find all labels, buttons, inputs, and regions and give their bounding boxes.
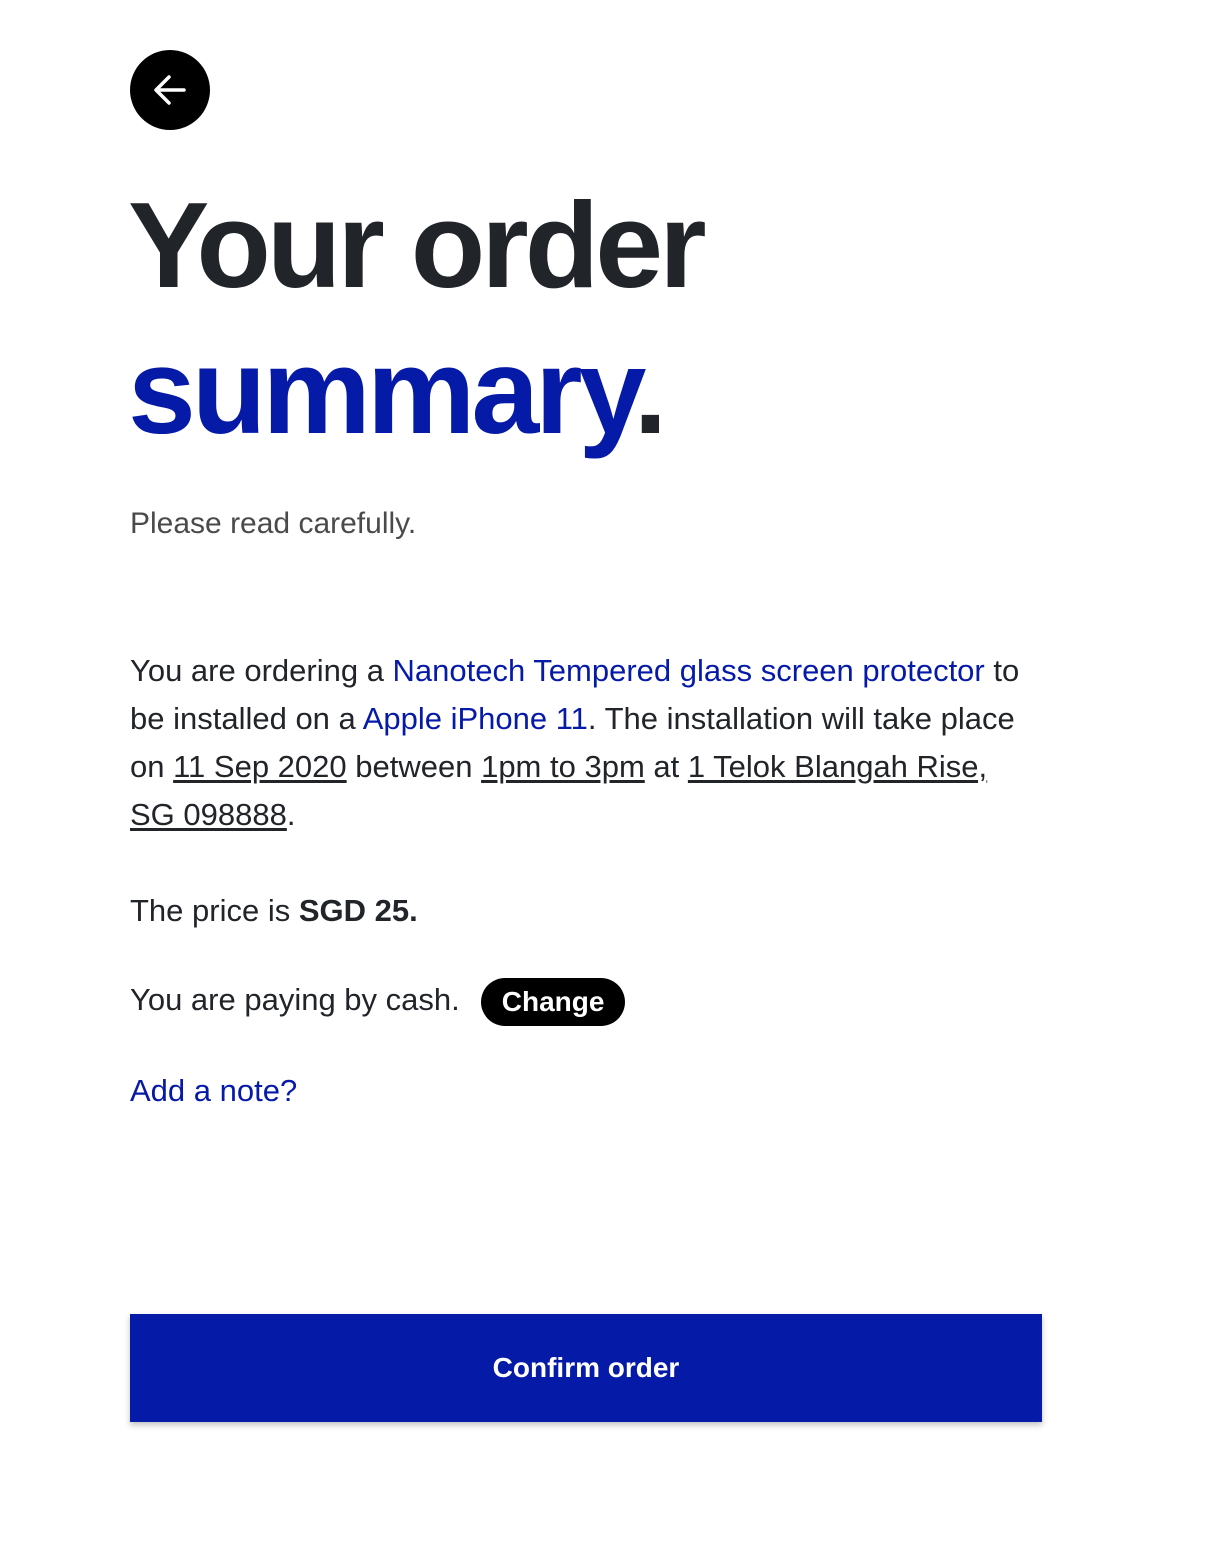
order-summary-text: You are ordering a Nanotech Tempered gla…	[130, 647, 1040, 839]
summary-mid-3: between	[346, 749, 482, 784]
summary-intro: You are ordering a	[130, 653, 393, 688]
summary-end: .	[286, 797, 296, 832]
price-line: The price is SGD 25.	[130, 888, 418, 934]
change-payment-button[interactable]: Change	[480, 978, 626, 1026]
device-link[interactable]: Apple iPhone 11	[363, 701, 588, 736]
installation-date: 11 Sep 2020	[173, 749, 347, 784]
page-title: Your order summary.	[128, 172, 707, 464]
payment-line: You are paying by cash. Change	[130, 976, 626, 1026]
back-button[interactable]	[130, 50, 210, 130]
title-line-1: Your order	[128, 177, 707, 313]
product-link[interactable]: Nanotech Tempered glass screen protector	[393, 653, 985, 688]
add-note-link[interactable]: Add a note?	[130, 1068, 297, 1114]
title-period: .	[633, 323, 667, 459]
price-label: The price is	[130, 893, 299, 928]
confirm-order-button[interactable]: Confirm order	[130, 1314, 1042, 1422]
summary-mid-4: at	[644, 749, 688, 784]
price-value: SGD 25.	[298, 893, 418, 928]
arrow-left-icon	[154, 75, 186, 105]
page-subtitle: Please read carefully.	[130, 507, 417, 540]
title-line-2-accent: summary	[128, 323, 637, 459]
payment-method-text: You are paying by cash.	[130, 982, 460, 1017]
installation-time: 1pm to 3pm	[481, 749, 645, 784]
